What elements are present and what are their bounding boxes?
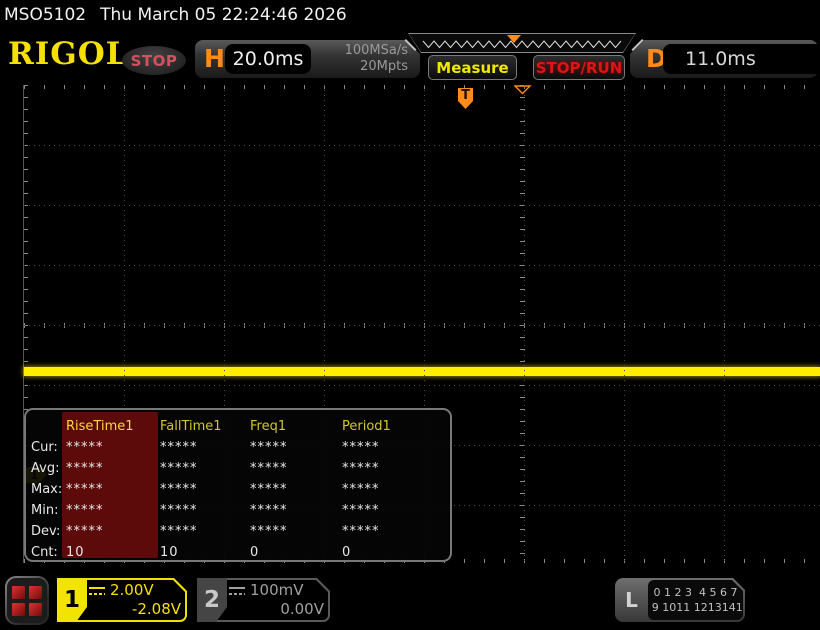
measure-row-label: Max: (26, 480, 66, 501)
logic-row1: 0 1 2 3 4 5 6 7 (654, 585, 738, 600)
oscilloscope-screen: MSO5102Thu March 05 22:24:46 2026 RIGOL … (0, 0, 820, 630)
channel2-offset: 0.00V (229, 600, 324, 619)
measure-column-header[interactable]: FallTime1 (160, 417, 250, 438)
measure-cell: ***** (250, 480, 342, 501)
measure-column-header[interactable]: Period1 (342, 417, 450, 438)
measure-cell: ***** (66, 522, 160, 543)
delay-value[interactable]: 11.0ms (663, 44, 820, 74)
measure-cell: ***** (66, 480, 160, 501)
channel2-scale: 100mV (250, 581, 304, 600)
channel2-readout: 100mV 0.00V (229, 580, 324, 620)
waveform-position-bar[interactable] (408, 33, 636, 53)
measure-row-label: Cur: (26, 438, 66, 459)
gridline-horizontal (24, 205, 820, 206)
measure-row-label: Cnt: (26, 543, 66, 564)
rigol-logo: RIGOL (8, 39, 129, 70)
measure-corner-cell (26, 417, 66, 438)
measure-table-grid: RiseTime1FallTime1Freq1Period1Cur:******… (26, 410, 450, 564)
trigger-position-icon[interactable] (514, 85, 532, 95)
measure-column-header[interactable]: Freq1 (250, 417, 342, 438)
sample-rate: 100MSa/s (345, 43, 408, 58)
channel1-scale: 2.00V (110, 581, 154, 600)
dc-coupling-icon (229, 587, 245, 595)
measure-cell: ***** (160, 480, 250, 501)
display-grid-button-face (7, 578, 47, 623)
channel1-offset: -2.08V (89, 600, 181, 619)
dc-coupling-icon (89, 587, 105, 595)
measure-cell: ***** (250, 522, 342, 543)
logic-channels-widget[interactable]: L 0 1 2 3 4 5 6 7 8 9 1011 12131415 (615, 578, 745, 622)
measure-cell: ***** (66, 501, 160, 522)
logic-row2: 8 9 1011 12131415 (641, 600, 749, 615)
measure-cell: 0 (250, 543, 342, 564)
display-grid-button[interactable] (5, 576, 49, 625)
horizontal-panel[interactable]: H 20.0ms 100MSa/s 20Mpts (195, 40, 420, 78)
horizontal-label: H (204, 44, 225, 73)
datetime: Thu March 05 22:24:46 2026 (100, 5, 347, 25)
channel1-waveform-trace (24, 367, 820, 376)
waveform-position-track (409, 34, 635, 52)
measure-cell: ***** (342, 480, 450, 501)
measure-cell: 0 (342, 543, 450, 564)
measure-column-header[interactable]: RiseTime1 (66, 417, 160, 438)
measure-cell: ***** (250, 459, 342, 480)
measure-button[interactable]: Measure (428, 55, 517, 80)
channel1-widget[interactable]: 1 2.00V -2.08V (57, 578, 187, 622)
gridline-horizontal (24, 385, 820, 386)
zigzag-waveform-icon (409, 34, 635, 52)
delay-panel[interactable]: D 11.0ms (630, 40, 818, 78)
measure-cell: 10 (160, 543, 250, 564)
memory-depth: 20Mpts (360, 59, 408, 74)
trigger-level-badge[interactable]: T (458, 88, 473, 109)
gridline-horizontal (24, 145, 820, 146)
channel1-readout: 2.00V -2.08V (89, 580, 181, 620)
measure-cell: ***** (250, 501, 342, 522)
measure-cell: ***** (250, 438, 342, 459)
status-bar: MSO5102 Thu March 05 22:24:46 2026 (4, 5, 347, 25)
measure-cell: ***** (342, 522, 450, 543)
position-pointer-icon[interactable] (507, 35, 521, 43)
model-name: MSO5102 (4, 5, 86, 25)
measure-cell: 10 (66, 543, 160, 564)
measure-cell: ***** (66, 459, 160, 480)
measure-cell: ***** (342, 438, 450, 459)
measure-cell: ***** (160, 459, 250, 480)
gridline-horizontal (24, 265, 820, 266)
gridline-horizontal (24, 325, 820, 326)
measure-row-label: Min: (26, 501, 66, 522)
measure-cell: ***** (160, 501, 250, 522)
stop-run-button[interactable]: STOP/RUN (533, 55, 625, 80)
measure-cell: ***** (342, 459, 450, 480)
gridline-vertical (624, 85, 625, 563)
gridline-vertical (724, 85, 725, 563)
measure-cell: ***** (160, 522, 250, 543)
measure-table: RiseTime1FallTime1Freq1Period1Cur:******… (24, 408, 452, 562)
measure-row-label: Avg: (26, 459, 66, 480)
acquisition-status-badge: STOP (122, 46, 186, 75)
timebase-value[interactable]: 20.0ms (225, 44, 311, 74)
measure-cell: ***** (342, 501, 450, 522)
measure-row-label: Dev: (26, 522, 66, 543)
four-squares-icon (12, 586, 42, 616)
logic-channel-numbers: 0 1 2 3 4 5 6 7 8 9 1011 12131415 (648, 580, 743, 620)
gridline-vertical (524, 85, 525, 563)
measure-cell: ***** (66, 438, 160, 459)
sample-rate-depth: 100MSa/s 20Mpts (345, 43, 408, 75)
channel2-widget[interactable]: 2 100mV 0.00V (197, 578, 330, 622)
measure-cell: ***** (160, 438, 250, 459)
logic-label: L (615, 578, 648, 622)
grid-ticks-top (24, 85, 820, 89)
